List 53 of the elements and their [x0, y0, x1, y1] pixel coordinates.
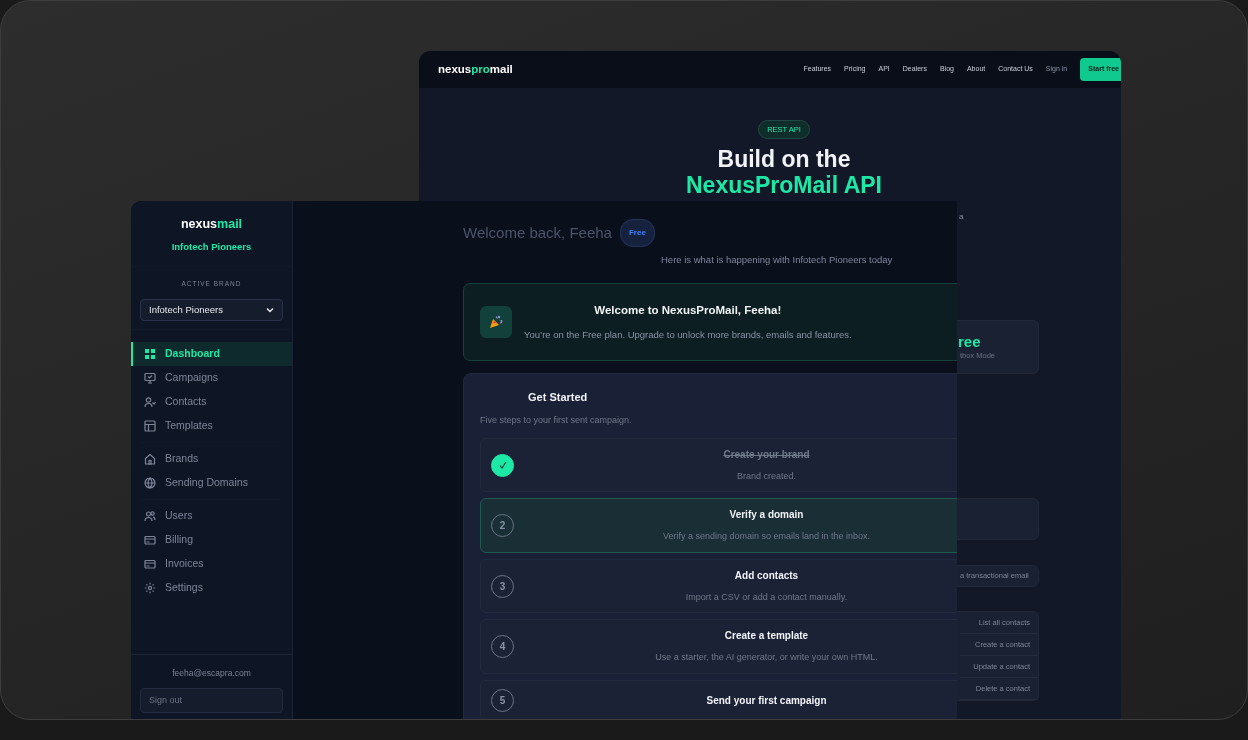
step-title: Verify a domain	[728, 508, 805, 523]
step-title: Create a template	[723, 629, 810, 644]
brand-name: Infotech Pioneers	[170, 239, 253, 254]
hero-title: Build on the	[717, 146, 851, 173]
step-description: Use a starter, the AI generator, or write your own HTML.	[654, 651, 879, 665]
sidebar-item[interactable]: Brands	[131, 447, 292, 471]
step-card[interactable]: 5 Send your first campaign	[480, 679, 957, 719]
card-icon	[144, 558, 156, 570]
chevron-down-icon	[266, 306, 274, 313]
sidebar-item[interactable]: Campaigns	[131, 366, 292, 390]
layout-icon	[144, 420, 156, 432]
card-title: Get Started	[528, 389, 589, 405]
page-title: Welcome back, Feeha	[463, 224, 612, 242]
plan-value: ree	[957, 333, 982, 350]
welcome-title: Welcome to NexusProMail, Feeha!	[593, 303, 783, 319]
card-icon	[144, 534, 156, 546]
step-description: Verify a sending domain so emails land in the inbox.	[661, 530, 872, 544]
party-icon	[480, 306, 512, 338]
welcome-text: You’re on the Free plan. Upgrade to unlock more brands, emails and features.	[524, 327, 852, 342]
sidebar-item[interactable]: Sending Domains	[131, 471, 292, 495]
step-card[interactable]: Create your brand Brand created.	[480, 437, 957, 493]
grid-icon	[144, 348, 156, 360]
step-card[interactable]: 3 Add contacts Import a CSV or add a contact manually.	[480, 558, 957, 614]
sidebar-item[interactable]: Billing	[131, 528, 292, 552]
step-title: Send your first campaign	[705, 693, 828, 708]
page-subtitle: Here is what is happening with Infotech Pioneers today	[661, 253, 894, 267]
sidebar-item[interactable]: Settings	[131, 576, 292, 600]
sign-out-button[interactable]: Sign out	[140, 687, 283, 713]
card-subtitle: Five steps to your first sent campaign.	[480, 414, 633, 428]
users-icon	[144, 510, 156, 522]
step-title: Create your brand	[722, 447, 811, 462]
step-card[interactable]: 4 Create a template Use a starter, the AI generator, or write your own HTML.	[480, 619, 957, 674]
sidebar-item[interactable]: Dashboard	[131, 342, 292, 366]
sidebar-item[interactable]: Contacts	[131, 390, 292, 414]
plan-badge: Free	[619, 219, 655, 247]
step-description: Import a CSV or add a contact manually.	[684, 590, 849, 604]
step-title: Add contacts	[733, 568, 800, 583]
hero-text: a	[958, 211, 965, 223]
app-logo[interactable]: nexusmail	[131, 215, 292, 234]
sidebar-item[interactable]: Templates	[131, 414, 292, 438]
contacts-icon	[144, 396, 156, 408]
site-logo[interactable]: nexuspromail	[438, 60, 513, 79]
user-email: feeha@escapra.com	[171, 666, 252, 680]
monitor-icon	[144, 372, 156, 384]
sidebar-item[interactable]: Invoices	[131, 552, 292, 576]
globe-icon	[144, 477, 156, 489]
house-icon	[144, 453, 156, 465]
gear-icon	[144, 582, 156, 594]
sidebar-item[interactable]: Users	[131, 504, 292, 528]
brand-select[interactable]: Infotech Pioneers	[140, 298, 283, 321]
hero-title: NexusProMail API	[686, 172, 882, 199]
step-description: Brand created.	[735, 469, 797, 483]
step-card[interactable]: 2 Verify a domain Verify a sending domain so emails land in the inbox.	[480, 498, 957, 553]
